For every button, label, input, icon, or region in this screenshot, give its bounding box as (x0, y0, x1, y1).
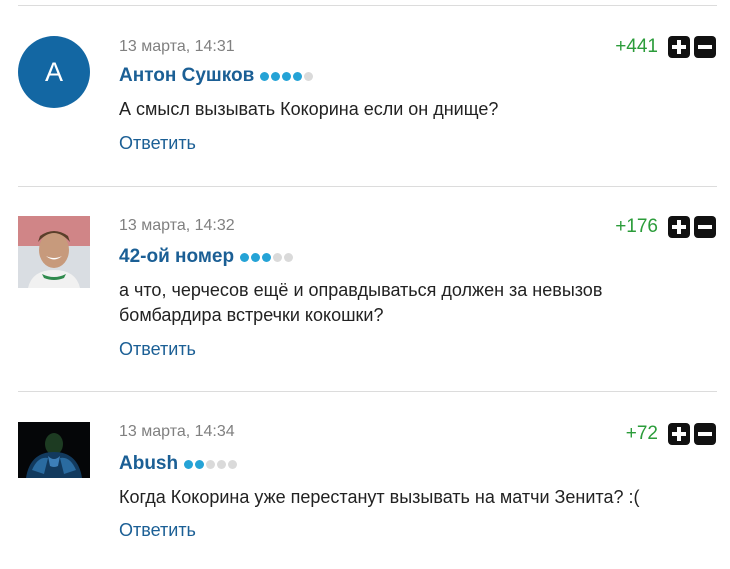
divider (18, 186, 717, 187)
rating-dot (228, 459, 238, 469)
plus-icon (672, 427, 686, 441)
rating-dot (282, 71, 292, 81)
vote-score: +176 (615, 216, 658, 237)
upvote-button[interactable] (668, 423, 690, 445)
comment-text: Когда Кокорина уже перестанут вызывать н… (119, 487, 640, 507)
upvote-button[interactable] (668, 216, 690, 238)
vote-controls: +441 (615, 35, 716, 59)
rating-dot (195, 459, 205, 469)
vote-score: +72 (625, 423, 658, 444)
rating-dot (260, 71, 270, 81)
author-name[interactable]: Антон Сушков (119, 65, 254, 87)
rating-dot (206, 459, 216, 469)
plus-icon (672, 40, 686, 54)
author-name[interactable]: Abush (119, 453, 178, 475)
comment-text: а что, черчесов ещё и оправдываться долж… (119, 280, 603, 325)
rating-dot (240, 252, 250, 262)
rating-dot (217, 459, 227, 469)
rating-dot (262, 252, 272, 262)
comment-text: А смысл вызывать Кокорина если он днище? (119, 99, 499, 119)
rating-dot (273, 252, 283, 262)
reply-link[interactable]: Ответить (119, 520, 196, 541)
rating-dot (304, 71, 314, 81)
author-line: 42-ой номер (119, 245, 294, 269)
rating-dots (240, 252, 294, 262)
author-name[interactable]: 42-ой номер (119, 246, 234, 268)
rating-dots (260, 71, 314, 81)
vote-controls: +176 (615, 215, 716, 239)
divider (18, 5, 717, 6)
vote-score: +441 (615, 36, 658, 57)
upvote-button[interactable] (668, 36, 690, 58)
rating-dot (271, 71, 281, 81)
downvote-button[interactable] (694, 423, 716, 445)
downvote-button[interactable] (694, 36, 716, 58)
author-line: Антон Сушков (119, 64, 314, 88)
avatar[interactable]: А (18, 36, 90, 108)
rating-dot (284, 252, 294, 262)
reply-link[interactable]: Ответить (119, 133, 196, 154)
minus-icon (698, 225, 712, 229)
reply-link[interactable]: Ответить (119, 339, 196, 360)
avatar[interactable] (18, 422, 90, 478)
rating-dot (251, 252, 261, 262)
comment-date: 13 марта, 14:32 (119, 217, 235, 234)
comment-date: 13 марта, 14:34 (119, 423, 235, 440)
plus-icon (672, 220, 686, 234)
downvote-button[interactable] (694, 216, 716, 238)
user-photo-icon (18, 216, 90, 288)
author-line: Abush (119, 452, 238, 476)
rating-dot (293, 71, 303, 81)
comment-date: 13 марта, 14:31 (119, 38, 235, 55)
divider (18, 391, 717, 392)
rating-dot (184, 459, 194, 469)
rating-dots (184, 459, 238, 469)
minus-icon (698, 45, 712, 49)
vote-controls: +72 (626, 422, 716, 446)
user-photo-icon (18, 422, 90, 478)
avatar[interactable] (18, 216, 90, 288)
minus-icon (698, 432, 712, 436)
